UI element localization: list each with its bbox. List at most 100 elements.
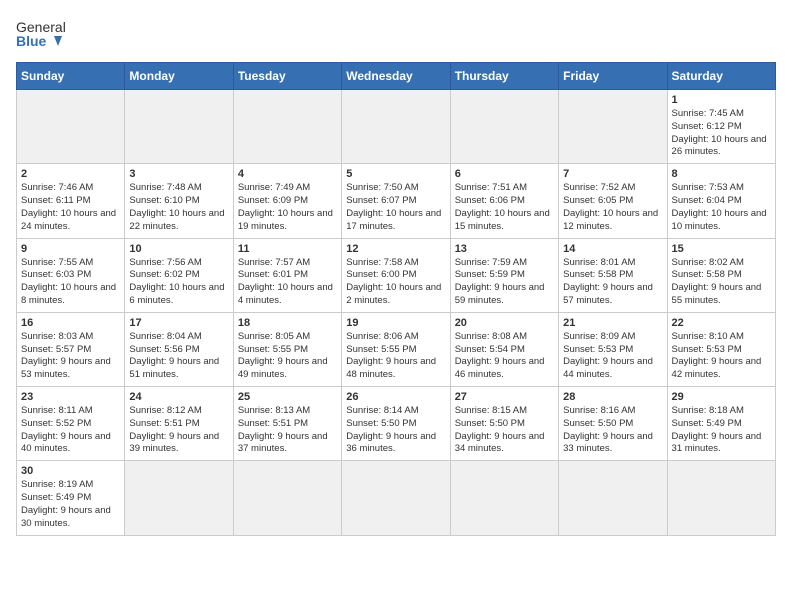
day-number: 24 (129, 391, 228, 403)
svg-text:Blue: Blue (16, 33, 47, 49)
weekday-header-friday: Friday (559, 63, 667, 90)
day-number: 26 (346, 391, 445, 403)
logo: GeneralBlue (16, 16, 68, 54)
day-number: 5 (346, 168, 445, 180)
calendar-cell: 29Sunrise: 8:18 AM Sunset: 5:49 PM Dayli… (667, 387, 775, 461)
day-info: Sunrise: 8:02 AM Sunset: 5:58 PM Dayligh… (672, 257, 771, 308)
day-number: 22 (672, 317, 771, 329)
calendar-cell: 3Sunrise: 7:48 AM Sunset: 6:10 PM Daylig… (125, 164, 233, 238)
day-info: Sunrise: 8:09 AM Sunset: 5:53 PM Dayligh… (563, 331, 662, 382)
calendar-cell (125, 461, 233, 535)
day-number: 11 (238, 243, 337, 255)
calendar-cell: 19Sunrise: 8:06 AM Sunset: 5:55 PM Dayli… (342, 312, 450, 386)
day-info: Sunrise: 8:19 AM Sunset: 5:49 PM Dayligh… (21, 479, 120, 530)
calendar-cell: 28Sunrise: 8:16 AM Sunset: 5:50 PM Dayli… (559, 387, 667, 461)
day-number: 2 (21, 168, 120, 180)
calendar-cell (450, 90, 558, 164)
calendar-cell: 21 Sunrise: 8:09 AM Sunset: 5:53 PM Dayli… (559, 312, 667, 386)
day-number: 17 (129, 317, 228, 329)
day-info: Sunrise: 8:01 AM Sunset: 5:58 PM Dayligh… (563, 257, 662, 308)
calendar-cell: 17 Sunrise: 8:04 AM Sunset: 5:56 PM Dayli… (125, 312, 233, 386)
calendar-cell: 10 Sunrise: 7:56 AM Sunset: 6:02 PM Dayli… (125, 238, 233, 312)
day-info: Sunrise: 7:53 AM Sunset: 6:04 PM Dayligh… (672, 182, 771, 233)
calendar-cell (17, 90, 125, 164)
calendar-cell: 11 Sunrise: 7:57 AM Sunset: 6:01 PM Dayli… (233, 238, 341, 312)
day-info: Sunrise: 8:15 AM Sunset: 5:50 PM Dayligh… (455, 405, 554, 456)
week-row-5: 23Sunrise: 8:11 AM Sunset: 5:52 PM Dayli… (17, 387, 776, 461)
day-info: Sunrise: 8:16 AM Sunset: 5:50 PM Dayligh… (563, 405, 662, 456)
day-number: 12 (346, 243, 445, 255)
day-info: Sunrise: 8:10 AM Sunset: 5:53 PM Dayligh… (672, 331, 771, 382)
calendar-cell: 1 Sunrise: 7:45 AM Sunset: 6:12 PM Daylig… (667, 90, 775, 164)
day-number: 14 (563, 243, 662, 255)
day-number: 6 (455, 168, 554, 180)
calendar-cell: 9 Sunrise: 7:55 AM Sunset: 6:03 PM Daylig… (17, 238, 125, 312)
calendar-cell: 23Sunrise: 8:11 AM Sunset: 5:52 PM Dayli… (17, 387, 125, 461)
calendar-cell (342, 461, 450, 535)
calendar-cell: 15 Sunrise: 8:02 AM Sunset: 5:58 PM Dayli… (667, 238, 775, 312)
generalblue-logo-icon: GeneralBlue (16, 16, 68, 54)
day-info: Sunrise: 8:12 AM Sunset: 5:51 PM Dayligh… (129, 405, 228, 456)
page-header: GeneralBlue (16, 16, 776, 54)
day-number: 19 (346, 317, 445, 329)
day-info: Sunrise: 7:58 AM Sunset: 6:00 PM Dayligh… (346, 257, 445, 308)
calendar-cell: 16 Sunrise: 8:03 AM Sunset: 5:57 PM Dayli… (17, 312, 125, 386)
day-number: 10 (129, 243, 228, 255)
calendar-cell: 26 Sunrise: 8:14 AM Sunset: 5:50 PM Dayli… (342, 387, 450, 461)
calendar-cell: 18Sunrise: 8:05 AM Sunset: 5:55 PM Dayli… (233, 312, 341, 386)
day-number: 7 (563, 168, 662, 180)
calendar-cell (667, 461, 775, 535)
weekday-header-saturday: Saturday (667, 63, 775, 90)
calendar-cell: 7 Sunrise: 7:52 AM Sunset: 6:05 PM Daylig… (559, 164, 667, 238)
day-info: Sunrise: 7:50 AM Sunset: 6:07 PM Dayligh… (346, 182, 445, 233)
day-number: 13 (455, 243, 554, 255)
day-info: Sunrise: 7:55 AM Sunset: 6:03 PM Dayligh… (21, 257, 120, 308)
day-info: Sunrise: 7:52 AM Sunset: 6:05 PM Dayligh… (563, 182, 662, 233)
calendar-cell: 25 Sunrise: 8:13 AM Sunset: 5:51 PM Dayli… (233, 387, 341, 461)
day-info: Sunrise: 7:56 AM Sunset: 6:02 PM Dayligh… (129, 257, 228, 308)
day-info: Sunrise: 8:18 AM Sunset: 5:49 PM Dayligh… (672, 405, 771, 456)
day-info: Sunrise: 7:45 AM Sunset: 6:12 PM Dayligh… (672, 108, 771, 159)
day-info: Sunrise: 8:04 AM Sunset: 5:56 PM Dayligh… (129, 331, 228, 382)
week-row-1: 1 Sunrise: 7:45 AM Sunset: 6:12 PM Daylig… (17, 90, 776, 164)
calendar-cell: 27 Sunrise: 8:15 AM Sunset: 5:50 PM Dayli… (450, 387, 558, 461)
day-info: Sunrise: 8:03 AM Sunset: 5:57 PM Dayligh… (21, 331, 120, 382)
day-number: 15 (672, 243, 771, 255)
week-row-4: 16 Sunrise: 8:03 AM Sunset: 5:57 PM Dayli… (17, 312, 776, 386)
calendar-cell: 30Sunrise: 8:19 AM Sunset: 5:49 PM Dayli… (17, 461, 125, 535)
calendar-cell: 24 Sunrise: 8:12 AM Sunset: 5:51 PM Dayli… (125, 387, 233, 461)
day-number: 21 (563, 317, 662, 329)
day-number: 25 (238, 391, 337, 403)
week-row-3: 9 Sunrise: 7:55 AM Sunset: 6:03 PM Daylig… (17, 238, 776, 312)
week-row-2: 2 Sunrise: 7:46 AM Sunset: 6:11 PM Daylig… (17, 164, 776, 238)
calendar-table: SundayMondayTuesdayWednesdayThursdayFrid… (16, 62, 776, 536)
calendar-cell (342, 90, 450, 164)
day-number: 3 (129, 168, 228, 180)
day-number: 9 (21, 243, 120, 255)
day-info: Sunrise: 8:11 AM Sunset: 5:52 PM Dayligh… (21, 405, 120, 456)
day-number: 4 (238, 168, 337, 180)
day-info: Sunrise: 7:57 AM Sunset: 6:01 PM Dayligh… (238, 257, 337, 308)
calendar-cell (559, 461, 667, 535)
day-number: 27 (455, 391, 554, 403)
calendar-cell: 12 Sunrise: 7:58 AM Sunset: 6:00 PM Dayli… (342, 238, 450, 312)
day-info: Sunrise: 7:59 AM Sunset: 5:59 PM Dayligh… (455, 257, 554, 308)
day-info: Sunrise: 7:46 AM Sunset: 6:11 PM Dayligh… (21, 182, 120, 233)
calendar-cell: 14 Sunrise: 8:01 AM Sunset: 5:58 PM Dayli… (559, 238, 667, 312)
weekday-header-sunday: Sunday (17, 63, 125, 90)
week-row-6: 30Sunrise: 8:19 AM Sunset: 5:49 PM Dayli… (17, 461, 776, 535)
weekday-header-row: SundayMondayTuesdayWednesdayThursdayFrid… (17, 63, 776, 90)
calendar-cell: 20Sunrise: 8:08 AM Sunset: 5:54 PM Dayli… (450, 312, 558, 386)
calendar-cell: 13 Sunrise: 7:59 AM Sunset: 5:59 PM Dayli… (450, 238, 558, 312)
day-number: 16 (21, 317, 120, 329)
weekday-header-wednesday: Wednesday (342, 63, 450, 90)
calendar-cell: 2 Sunrise: 7:46 AM Sunset: 6:11 PM Daylig… (17, 164, 125, 238)
day-info: Sunrise: 8:14 AM Sunset: 5:50 PM Dayligh… (346, 405, 445, 456)
day-info: Sunrise: 7:49 AM Sunset: 6:09 PM Dayligh… (238, 182, 337, 233)
calendar-cell: 5 Sunrise: 7:50 AM Sunset: 6:07 PM Daylig… (342, 164, 450, 238)
weekday-header-tuesday: Tuesday (233, 63, 341, 90)
weekday-header-monday: Monday (125, 63, 233, 90)
day-number: 1 (672, 94, 771, 106)
day-number: 8 (672, 168, 771, 180)
day-info: Sunrise: 8:13 AM Sunset: 5:51 PM Dayligh… (238, 405, 337, 456)
